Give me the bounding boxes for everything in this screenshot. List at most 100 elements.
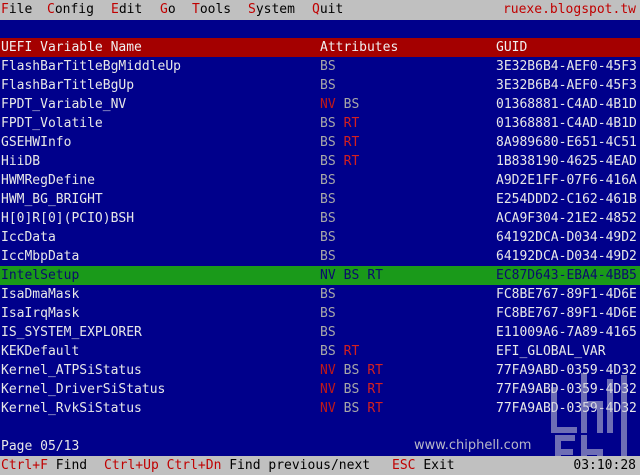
- column-header-name[interactable]: UEFI Variable Name: [1, 38, 316, 57]
- variable-guid: E254DDD2-C162-461B: [496, 192, 637, 207]
- variable-name: FPDT_Volatile: [1, 116, 103, 131]
- attribute-bs: BS: [343, 97, 360, 112]
- table-row[interactable]: IccData BS 64192DCA-D034-49D2: [0, 228, 640, 247]
- variable-attributes: NV BS RT: [320, 399, 490, 418]
- menu-system-hotkey: S: [248, 2, 256, 17]
- variable-name: GSEHWInfo: [1, 135, 72, 150]
- variable-name: Kernel_RvkSiStatus: [1, 401, 142, 416]
- variable-attributes: NV BS: [320, 95, 490, 114]
- variable-guid: 1B838190-4625-4EAD: [496, 154, 637, 169]
- page-indicator: Page 05/13: [1, 439, 80, 454]
- variable-name: IccData: [1, 230, 56, 245]
- menu-quit-label: uit: [319, 2, 344, 17]
- exit-shortcut-key: ESC: [392, 458, 416, 473]
- variable-attributes: BS: [320, 171, 490, 190]
- attribute-nv: NV: [320, 363, 336, 378]
- menu-config[interactable]: Config: [47, 2, 94, 18]
- variable-attributes: BS: [320, 323, 490, 342]
- table-row[interactable]: HiiDB BS RT 1B838190-4625-4EAD: [0, 152, 640, 171]
- column-header-guid[interactable]: GUID: [496, 38, 640, 57]
- variable-attributes: BS: [320, 304, 490, 323]
- menu-system[interactable]: System: [248, 2, 295, 18]
- variable-attributes: BS RT: [320, 342, 490, 361]
- menu-go-label: o: [167, 2, 176, 17]
- attribute-rt: RT: [367, 382, 383, 397]
- table-row[interactable]: HWM_BG_BRIGHT BS E254DDD2-C162-461B: [0, 190, 640, 209]
- variable-attributes: BS: [320, 57, 490, 76]
- variable-name: FlashBarTitleBgMiddleUp: [1, 59, 182, 74]
- variable-name: HWM_BG_BRIGHT: [1, 192, 103, 207]
- menu-file-label: ile: [8, 2, 33, 17]
- attribute-rt: RT: [343, 116, 360, 131]
- table-row[interactable]: FPDT_Volatile BS RT 01368881-C4AD-4B1D: [0, 114, 640, 133]
- variable-guid: ACA9F304-21E2-4852: [496, 211, 637, 226]
- exit-shortcut-label: Exit: [423, 458, 455, 473]
- table-row[interactable]: IccMbpData BS 64192DCA-D034-49D2: [0, 247, 640, 266]
- table-row[interactable]: H[0]R[0](PCIO)BSH BS ACA9F304-21E2-4852: [0, 209, 640, 228]
- attribute-bs: BS: [320, 230, 336, 245]
- table-row[interactable]: KEKDefault BS RT EFI_GLOBAL_VAR: [0, 342, 640, 361]
- table-row[interactable]: FlashBarTitleBgUp BS 3E32B6B4-AEF0-45F3: [0, 76, 640, 95]
- table-header: UEFI Variable Name Attributes GUID: [0, 38, 640, 57]
- table-row[interactable]: FlashBarTitleBgMiddleUp BS 3E32B6B4-AEF0-4…: [0, 57, 640, 76]
- variable-name: IsaIrqMask: [1, 306, 80, 321]
- menu-file-hotkey: F: [1, 2, 9, 17]
- variable-attributes: BS RT: [320, 133, 490, 152]
- find-prev-next-shortcut[interactable]: Ctrl+Up Ctrl+Dn Find previous/next: [104, 456, 370, 475]
- variable-guid: EC87D643-EBA4-4BB5: [496, 268, 637, 283]
- menu-quit[interactable]: Quit: [312, 2, 343, 18]
- variable-guid: 64192DCA-D034-49D2: [496, 249, 637, 264]
- menu-file[interactable]: File: [1, 2, 32, 18]
- variable-name: KEKDefault: [1, 344, 80, 359]
- attribute-bs: BS: [320, 135, 336, 150]
- variable-guid: E11009A6-7A89-4165: [496, 325, 637, 340]
- attribute-bs: BS: [320, 154, 336, 169]
- table-row[interactable]: IS_SYSTEM_EXPLORER BS E11009A6-7A89-4165: [0, 323, 640, 342]
- exit-shortcut[interactable]: ESC Exit: [392, 456, 455, 475]
- variable-name: Kernel_ATPSiStatus: [1, 363, 142, 378]
- variable-name: IccMbpData: [1, 249, 80, 264]
- attribute-nv: NV: [320, 382, 336, 397]
- find-shortcut-label: Find: [55, 458, 88, 473]
- variable-guid: 01368881-C4AD-4B1D: [496, 97, 637, 112]
- menu-config-label: onfig: [54, 2, 94, 17]
- variable-attributes: BS: [320, 209, 490, 228]
- menu-tools-label: ools: [199, 2, 232, 17]
- attribute-bs: BS: [320, 249, 336, 264]
- table-row[interactable]: IsaIrqMask BS FC8BE767-89F1-4D6E: [0, 304, 640, 323]
- footer-bar: Ctrl+F Find Ctrl+Up Ctrl+Dn Find previou…: [0, 456, 640, 475]
- menu-go[interactable]: Go: [160, 2, 176, 18]
- attribute-nv: NV: [320, 97, 336, 112]
- table-row[interactable]: FPDT_Variable_NV NV BS 01368881-C4AD-4B1D: [0, 95, 640, 114]
- menu-edit[interactable]: Edit: [111, 2, 142, 18]
- attribute-bs: BS: [320, 173, 336, 188]
- column-header-attributes[interactable]: Attributes: [320, 38, 490, 57]
- variable-name: FlashBarTitleBgUp: [1, 78, 135, 93]
- variable-attributes: BS: [320, 228, 490, 247]
- variable-attributes: NV BS RT: [320, 266, 490, 285]
- table-row-selected[interactable]: IntelSetup NV BS RT EC87D643-EBA4-4BB5: [0, 266, 640, 285]
- menu-system-label: ystem: [255, 2, 295, 17]
- find-shortcut[interactable]: Ctrl+F Find: [1, 456, 87, 475]
- find-prev-next-label: Find previous/next: [229, 458, 371, 473]
- attribute-bs: BS: [320, 78, 336, 93]
- attribute-bs: BS: [320, 344, 336, 359]
- attribute-rt: RT: [343, 135, 360, 150]
- table-row[interactable]: GSEHWInfo BS RT 8A989680-E651-4C51: [0, 133, 640, 152]
- table-row[interactable]: IsaDmaMask BS FC8BE767-89F1-4D6E: [0, 285, 640, 304]
- menu-config-hotkey: C: [47, 2, 55, 17]
- menu-tools[interactable]: Tools: [192, 2, 231, 18]
- attribute-bs: BS: [320, 192, 336, 207]
- menu-go-hotkey: G: [160, 2, 168, 17]
- variable-attributes: BS: [320, 247, 490, 266]
- variable-name: IntelSetup: [1, 268, 80, 283]
- variable-attributes: NV BS RT: [320, 361, 490, 380]
- variable-attributes: BS: [320, 285, 490, 304]
- variable-attributes: BS: [320, 190, 490, 209]
- variable-name: IS_SYSTEM_EXPLORER: [1, 325, 142, 340]
- attribute-rt: RT: [367, 401, 383, 416]
- variable-guid: EFI_GLOBAL_VAR: [496, 344, 606, 359]
- table-row[interactable]: HWMRegDefine BS A9D2E1FF-07F6-416A: [0, 171, 640, 190]
- variable-name: FPDT_Variable_NV: [1, 97, 127, 112]
- variable-name: H[0]R[0](PCIO)BSH: [1, 211, 135, 226]
